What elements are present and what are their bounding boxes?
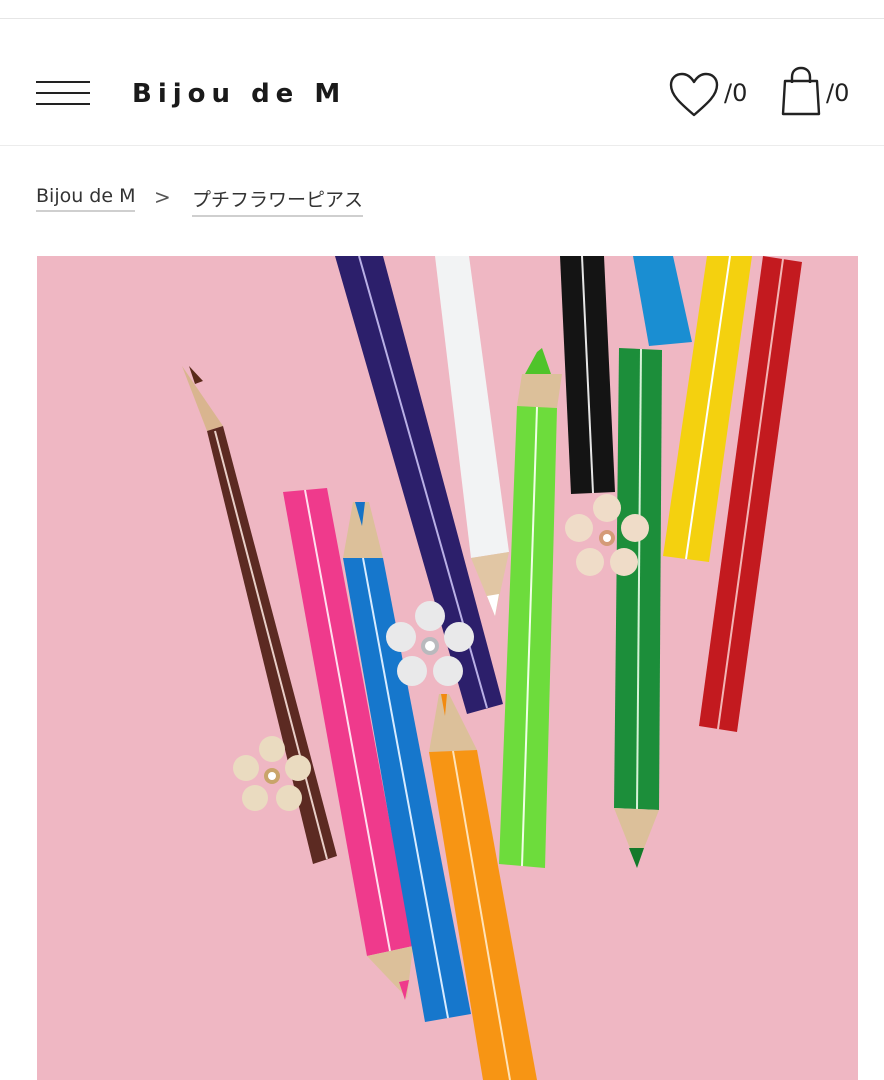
hamburger-menu-icon[interactable] [36, 81, 90, 109]
chevron-right-icon: > [154, 185, 171, 209]
product-photo-illustration [37, 256, 858, 1080]
pencil-green [614, 348, 662, 868]
brand-logo[interactable]: Bijou de M [132, 79, 346, 109]
product-photo[interactable] [37, 256, 858, 1080]
breadcrumb-current-page[interactable]: プチフラワーピアス [192, 185, 364, 217]
site-header: Bijou de M /0 /0 [0, 19, 884, 146]
favorites-count: /0 [724, 79, 748, 107]
cart-count: /0 [826, 79, 850, 107]
shopping-bag-icon[interactable] [780, 65, 822, 117]
heart-icon[interactable] [668, 71, 720, 119]
breadcrumb-home-link[interactable]: Bijou de M [36, 185, 136, 212]
